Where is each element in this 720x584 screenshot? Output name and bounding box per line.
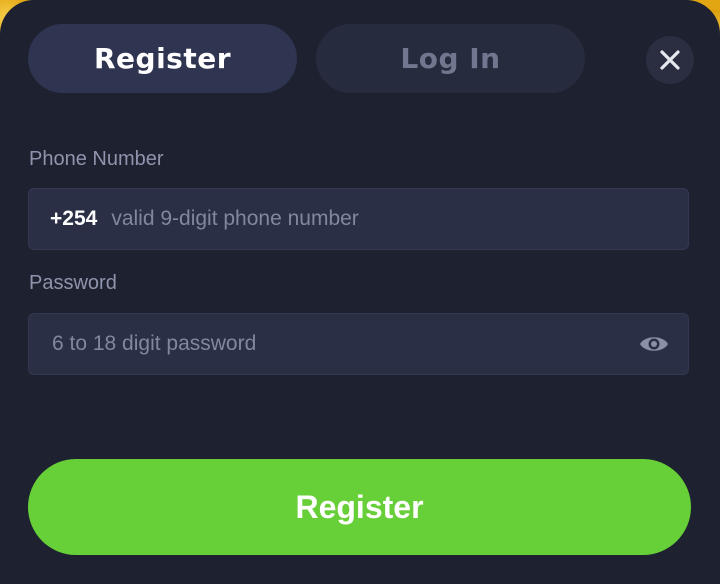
country-code-prefix: +254 (50, 207, 98, 230)
register-submit-button[interactable]: Register (28, 459, 691, 555)
close-icon (660, 50, 680, 70)
phone-number-label: Phone Number (29, 148, 164, 170)
password-input[interactable] (50, 323, 614, 365)
password-field[interactable] (28, 313, 689, 375)
phone-number-input[interactable] (109, 198, 634, 240)
tab-register[interactable]: Register (28, 24, 297, 93)
close-button[interactable] (646, 36, 694, 84)
eye-icon[interactable] (638, 332, 670, 356)
phone-field[interactable]: +254 (28, 188, 689, 250)
tab-login[interactable]: Log In (316, 24, 585, 93)
tab-login-label: Log In (400, 42, 501, 75)
tab-register-label: Register (93, 42, 232, 75)
password-label: Password (29, 272, 117, 294)
register-modal: Register Log In Phone Number +254 Passwo… (0, 0, 720, 584)
